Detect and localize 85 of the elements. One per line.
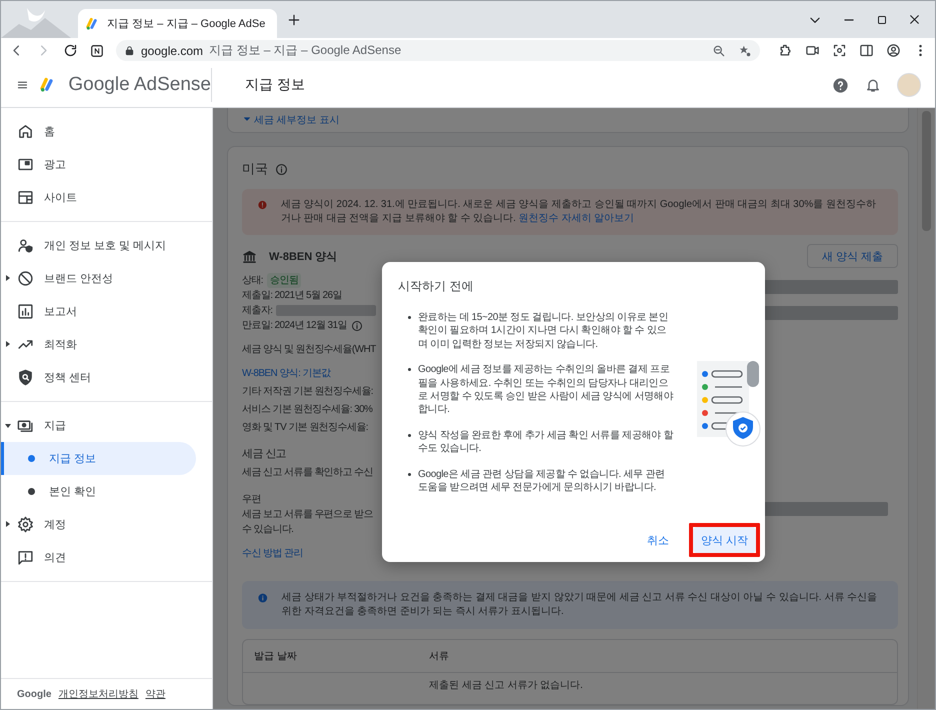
expand-caret-icon[interactable] — [6, 275, 10, 281]
profile-icon[interactable] — [886, 43, 901, 58]
nav-subitem[interactable]: 지급 정보 — [1, 442, 196, 475]
country-title: 미국 — [242, 160, 268, 178]
gear-icon — [17, 516, 34, 533]
info-message: 세금 상태가 부적절하거나 요건을 충족하는 결제 대금을 받지 않았기 때문에 세금 신고 서류 수신 대상이 아닐 수 있습니다. 서류 수신을 위한 자격요건을 충족하면 준비가 되는 즉시 서류가 표시됩니다. — [282, 591, 878, 619]
report-icon — [17, 303, 34, 320]
section-heading: 세금 신고 — [242, 447, 286, 462]
maximize-icon[interactable] — [876, 14, 888, 26]
alert-message: 세금 양식이 2024. 12. 31.에 만료됩니다. 새로운 세금 양식을 제출하고 승인될 때까지 Google에서 판매 대금의 최대 30%를 원천징수하거나 판매 대금 전액을 지급 보류해야 할 수 있습니다. 원천징수 자세히 알아보기 — [280, 198, 877, 226]
nav-item[interactable]: 사이트 — [1, 181, 196, 214]
video-camera-icon[interactable] — [805, 43, 820, 58]
info-filled-icon — [258, 591, 268, 605]
nav-item[interactable]: 보고서 — [1, 295, 196, 328]
new-tab-icon[interactable] — [287, 13, 302, 27]
submitter-label: 제출자: — [242, 304, 272, 318]
notifications-icon[interactable] — [865, 77, 881, 93]
nav-item[interactable]: 지급 — [1, 409, 196, 442]
form-name: W-8BEN 양식 — [269, 250, 338, 264]
footer-link[interactable]: 약관 — [145, 687, 166, 701]
dialog-bullet: Google은 세금 관련 상담을 제공할 수 없습니다. 세무 관련 도움을 받으려면 세무 전문가에게 문의하시기 바랍니다. — [406, 468, 674, 494]
bullet-icon — [28, 488, 35, 495]
expand-caret-icon[interactable] — [5, 424, 11, 428]
start-form-button[interactable]: 양식 시작 — [692, 527, 756, 553]
zoom-out-icon[interactable] — [712, 44, 726, 58]
column-header: 발급 날짜 — [254, 650, 298, 663]
help-icon[interactable] — [832, 76, 849, 94]
browser-tab[interactable]: 지급 정보 – 지급 – Google AdSe — [78, 9, 278, 38]
close-icon[interactable] — [908, 13, 921, 26]
empty-table-message: 제출된 세금 신고 서류가 없습니다. — [429, 680, 583, 691]
nav-subitem[interactable]: 본인 확인 — [1, 475, 196, 508]
withholding-rate: 영화 및 TV 기본 원천징수세율: — [242, 421, 368, 435]
dialog-bullet: 완료하는 데 15~20분 정도 걸립니다. 보안상의 이유로 본인 확인이 필요하며 1시간이 지나면 다시 확인해야 할 수 있으며 이미 입력한 정보는 저장되지 않습니다. — [406, 311, 674, 352]
bullet-icon — [28, 455, 35, 462]
dialog-title: 시작하기 전에 — [398, 278, 474, 295]
nav-item[interactable]: 개인 정보 보호 및 메시지 — [1, 229, 196, 262]
nav-item[interactable]: 의견 — [1, 541, 196, 574]
nav-item[interactable]: 최적화 — [1, 328, 196, 361]
lock-icon — [124, 45, 135, 56]
nav-item[interactable]: 광고 — [1, 148, 196, 181]
side-panel-icon[interactable] — [859, 43, 874, 58]
expand-caret-icon[interactable] — [6, 341, 10, 347]
notion-extension-icon[interactable] — [90, 44, 104, 58]
nav-item[interactable]: 계정 — [1, 508, 196, 541]
privacy-icon — [17, 237, 34, 254]
reload-icon[interactable] — [63, 43, 78, 58]
withholding-rate: 서비스 기본 원천징수세율: 30% — [242, 403, 372, 417]
bookmark-star-icon[interactable] — [738, 44, 752, 58]
nav-item[interactable]: 홈 — [1, 115, 196, 148]
withholding-rate: 기타 저작권 기본 원천징수세율: — [242, 385, 373, 399]
page-title: 지급 정보 — [245, 76, 305, 94]
nav-item[interactable]: 브랜드 안전성 — [1, 262, 196, 295]
extensions-icon[interactable] — [778, 43, 793, 58]
section-heading: 우편 — [242, 493, 261, 507]
rates-heading: 세금 양식 및 원천징수세율(WHT — [242, 343, 376, 357]
footer-link[interactable]: 개인정보처리방침 — [58, 687, 138, 701]
block-icon — [17, 270, 34, 287]
adsense-logo-icon — [86, 16, 100, 30]
section-description: 세금 보고 서류를 우편으로 받으 — [242, 508, 373, 522]
caret-down-icon — [243, 115, 251, 123]
screenshot-icon[interactable] — [832, 43, 847, 58]
submitted-date: 제출일: 2021년 5월 26일 — [242, 289, 342, 303]
address-bar[interactable]: google.com 지급 정보 – 지급 – Google AdSense — [116, 40, 760, 61]
web-layout-icon — [17, 189, 34, 206]
section-description: 세금 신고 서류를 확인하고 수신 — [242, 466, 373, 480]
bank-icon — [242, 248, 257, 264]
info-icon[interactable] — [275, 162, 288, 176]
product-name: Google AdSense — [68, 74, 211, 96]
dialog-bullet: 양식 작성을 완료한 후에 추가 세금 확인 서류를 제공해야 할 수도 있습니다. — [406, 428, 674, 456]
status-label: 상태: — [242, 274, 263, 288]
expand-caret-icon[interactable] — [6, 521, 10, 527]
dialog-bullet: Google에 세금 정보를 제공하는 수취인의 올바른 결제 프로필을 사용하세요. 수취인 또는 수취인의 담당자나 대리인으로 서명할 수 있도록 승인 받은 사람이 세금 양식에 서명해야 합니다. — [406, 363, 674, 417]
home-icon — [17, 123, 34, 140]
nav-item[interactable]: 정책 센터 — [1, 361, 196, 394]
error-icon — [258, 198, 267, 212]
column-header: 서류 — [429, 650, 450, 663]
status-badge: 승인됨 — [266, 273, 302, 288]
cancel-button[interactable]: 취소 — [638, 527, 677, 553]
policy-icon — [17, 369, 34, 386]
section-description: 수 있습니다. — [242, 523, 294, 537]
feedback-icon — [17, 549, 34, 566]
expiry-date: 만료일: 2024년 12월 31일 — [242, 319, 347, 333]
info-icon[interactable] — [350, 320, 363, 332]
ad-icon — [17, 156, 34, 173]
google-wordmark: Google — [17, 688, 52, 700]
